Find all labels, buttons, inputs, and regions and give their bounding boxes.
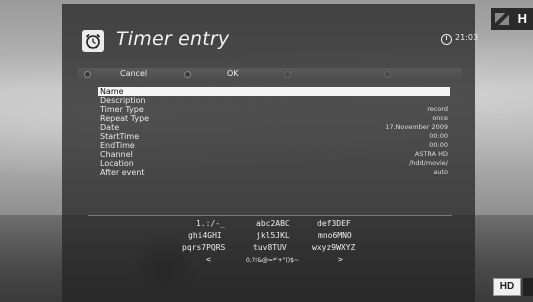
key-7[interactable]: pqrs7PQRS — [182, 243, 225, 252]
timer-entry-dialog: Timer entry 21:03 Cancel OK Name Descrip… — [62, 4, 479, 302]
key-9[interactable]: wxyz9WXYZ — [312, 243, 355, 252]
key-5[interactable]: jkl5JKL — [256, 231, 290, 240]
field-location[interactable]: Location /hdd/movie/ — [98, 159, 450, 168]
field-label: Date — [100, 123, 120, 132]
field-start-time[interactable]: StartTime 00:00 — [98, 132, 450, 141]
field-value[interactable]: 17.November 2009 — [385, 123, 448, 132]
clock-time: 21:03 — [455, 33, 479, 42]
field-label: Timer Type — [100, 105, 144, 114]
blue-button-icon — [384, 71, 391, 78]
field-repeat-type[interactable]: Repeat Type once — [98, 114, 450, 123]
alarm-clock-icon — [82, 30, 104, 52]
field-label: Repeat Type — [100, 114, 150, 123]
field-label: Location — [100, 159, 134, 168]
field-value[interactable]: record — [427, 105, 448, 114]
key-3[interactable]: def3DEF — [317, 219, 351, 228]
field-label: Description — [100, 96, 146, 105]
field-date[interactable]: Date 17.November 2009 — [98, 123, 450, 132]
key-8[interactable]: tuv8TUV — [253, 243, 287, 252]
hd-badge-edge — [523, 278, 533, 296]
field-label: Name — [100, 87, 124, 96]
field-value[interactable]: auto — [433, 168, 448, 177]
key-6[interactable]: mno6MNO — [318, 231, 352, 240]
yellow-button-icon — [284, 71, 291, 78]
channel-logo-icon — [495, 13, 509, 25]
dialog-title: Timer entry — [116, 28, 230, 50]
field-end-time[interactable]: EndTime 00:00 — [98, 141, 450, 150]
field-value[interactable]: 00:00 — [429, 141, 448, 150]
field-label: Channel — [100, 150, 133, 159]
field-timer-type[interactable]: Timer Type record — [98, 105, 450, 114]
field-label: EndTime — [100, 141, 135, 150]
field-after-event[interactable]: After event auto — [98, 168, 450, 177]
ok-button[interactable]: OK — [227, 69, 239, 78]
key-right[interactable]: > — [338, 255, 343, 264]
field-name[interactable]: Name — [98, 87, 450, 96]
field-value[interactable]: 00:00 — [429, 132, 448, 141]
key-0[interactable]: 0,?!&@=*'+"()$~ — [246, 257, 299, 264]
field-value[interactable]: ASTRA HD — [415, 150, 448, 159]
field-value[interactable]: /hdd/movie/ — [409, 159, 448, 168]
field-label: After event — [100, 168, 145, 177]
field-description[interactable]: Description — [98, 96, 450, 105]
divider — [88, 215, 452, 216]
key-left[interactable]: < — [206, 255, 211, 264]
hd-badge: HD — [493, 278, 521, 296]
cancel-button[interactable]: Cancel — [120, 69, 147, 78]
field-label: StartTime — [100, 132, 140, 141]
field-channel[interactable]: Channel ASTRA HD — [98, 150, 450, 159]
red-button-icon — [84, 71, 91, 78]
timer-form: Name Description Timer Type record Repea… — [98, 87, 450, 177]
dialog-title-bar: Timer entry 21:03 — [62, 4, 479, 66]
channel-logo-text: H — [517, 11, 527, 26]
key-4[interactable]: ghi4GHI — [188, 231, 222, 240]
field-value[interactable]: once — [432, 114, 448, 123]
clock-icon — [441, 34, 452, 45]
key-1[interactable]: 1.:/-_ — [196, 219, 225, 228]
button-bar: Cancel OK — [78, 68, 462, 82]
green-button-icon — [184, 71, 191, 78]
channel-logo: H — [491, 8, 533, 30]
key-2[interactable]: abc2ABC — [256, 219, 290, 228]
